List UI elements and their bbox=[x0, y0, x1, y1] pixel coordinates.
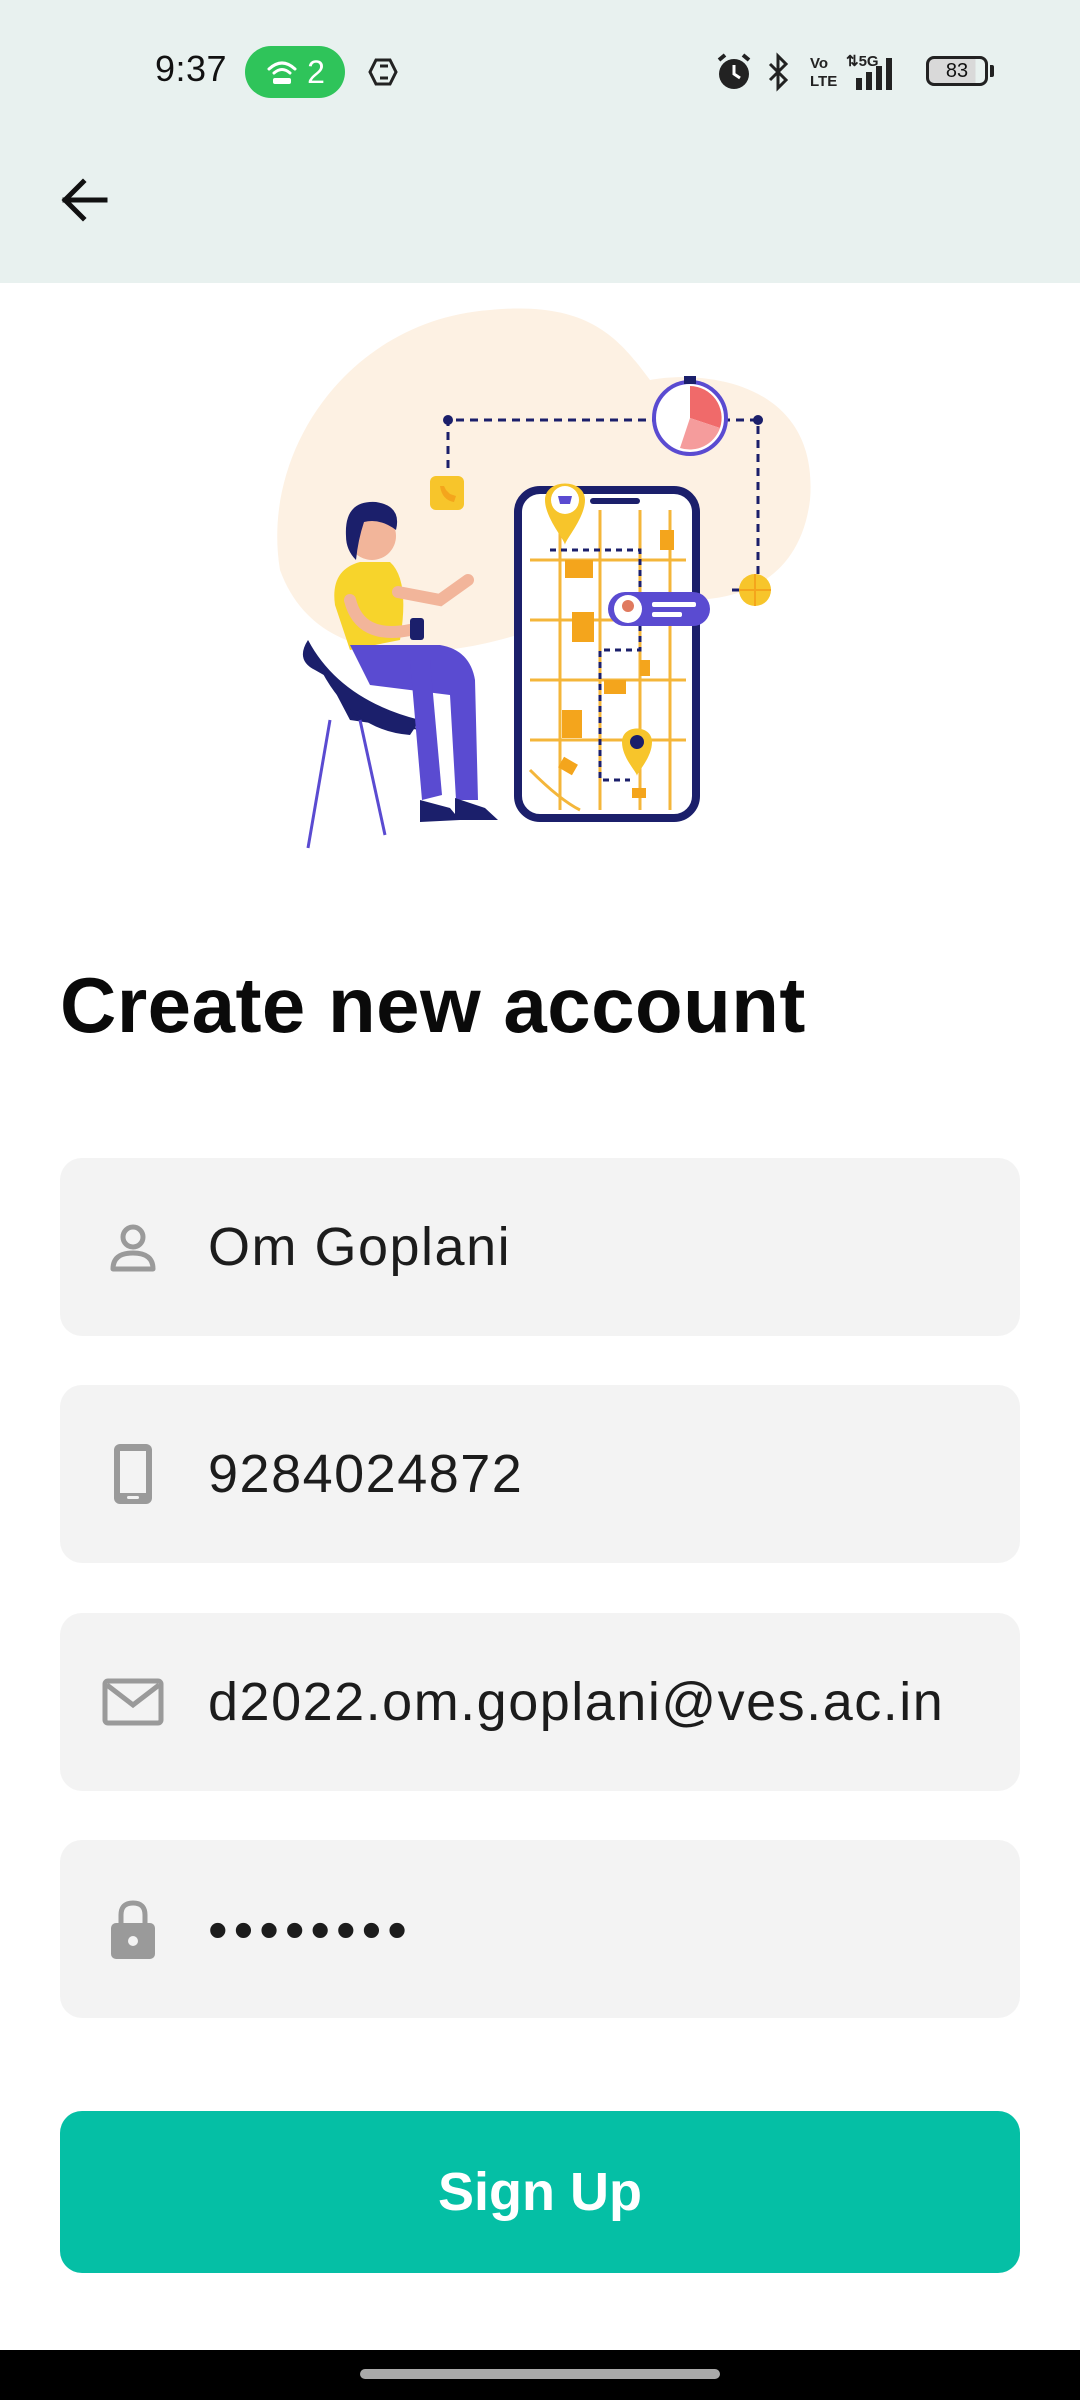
hotspot-indicator[interactable]: 2 bbox=[245, 46, 345, 98]
page-title: Create new account bbox=[60, 961, 806, 1049]
sign-up-button[interactable]: Sign Up bbox=[60, 2111, 1020, 2273]
name-value: Om Goplani bbox=[208, 1217, 512, 1277]
app-bar bbox=[0, 145, 1080, 283]
5g-signal-icon: ⇅5G bbox=[846, 53, 892, 90]
phone-value: 9284024872 bbox=[208, 1444, 524, 1504]
status-time: 9:37 bbox=[155, 48, 228, 89]
phone-field[interactable]: 9284024872 bbox=[60, 1385, 1020, 1563]
person-icon bbox=[98, 1212, 168, 1282]
email-field[interactable]: d2022.om.goplani@ves.ac.in bbox=[60, 1613, 1020, 1791]
svg-text:LTE: LTE bbox=[810, 73, 837, 90]
password-field[interactable]: •••••••• bbox=[60, 1840, 1020, 2018]
battery-level: 83 bbox=[945, 59, 969, 82]
home-indicator[interactable] bbox=[360, 2369, 720, 2379]
bluetooth-icon bbox=[768, 52, 789, 92]
arrow-left-icon bbox=[61, 178, 108, 222]
password-value: •••••••• bbox=[208, 1897, 413, 1961]
back-button[interactable] bbox=[50, 165, 120, 235]
sync-icon bbox=[368, 58, 398, 86]
email-value: d2022.om.goplani@ves.ac.in bbox=[208, 1672, 945, 1732]
name-field[interactable]: Om Goplani bbox=[60, 1158, 1020, 1336]
volte-icon: Vo LTE bbox=[810, 55, 837, 90]
svg-text:⇅5G: ⇅5G bbox=[846, 53, 879, 70]
phone-icon bbox=[98, 1439, 168, 1509]
hotspot-icon bbox=[267, 61, 297, 84]
svg-text:Vo: Vo bbox=[810, 55, 828, 72]
lock-icon bbox=[98, 1894, 168, 1964]
hotspot-count: 2 bbox=[307, 53, 325, 90]
battery-icon: 83 bbox=[926, 56, 988, 86]
battery-tip bbox=[990, 65, 994, 77]
alarm-icon bbox=[717, 53, 751, 89]
status-bar: 9:37 2 Vo LTE ⇅5G 83 bbox=[0, 0, 1080, 145]
mail-icon bbox=[98, 1667, 168, 1737]
delivery-map-illustration bbox=[277, 308, 811, 849]
